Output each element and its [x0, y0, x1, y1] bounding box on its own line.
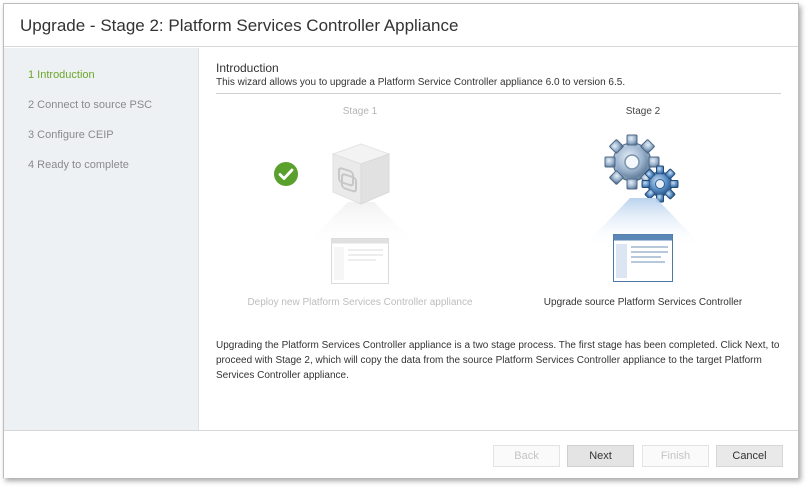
sidebar-step-configure-ceip[interactable]: 3 Configure CEIP	[28, 129, 114, 141]
stage2-label: Stage 2	[625, 106, 661, 117]
sidebar-step-ready-to-complete[interactable]: 4 Ready to complete	[28, 159, 129, 171]
stage2-caption: Upgrade source Platform Services Control…	[543, 297, 743, 308]
divider	[216, 93, 781, 94]
page-description: This wizard allows you to upgrade a Plat…	[216, 77, 626, 88]
title-bar: Upgrade - Stage 2: Platform Services Con…	[4, 4, 798, 47]
window-screen-icon	[613, 234, 673, 282]
back-button[interactable]: Back	[493, 445, 560, 467]
appliance-box-icon	[331, 143, 391, 205]
finish-button[interactable]: Finish	[642, 445, 709, 467]
window-screen-icon	[331, 238, 389, 284]
check-circle-icon	[274, 162, 298, 186]
page-title: Introduction	[216, 61, 279, 75]
sidebar-step-introduction[interactable]: 1 Introduction	[28, 69, 95, 81]
wizard-sidebar: 1 Introduction 2 Connect to source PSC 3…	[4, 48, 199, 430]
next-button[interactable]: Next	[567, 445, 634, 467]
stage-explanation: Upgrading the Platform Services Controll…	[216, 340, 780, 381]
stage1-caption: Deploy new Platform Services Controller …	[247, 297, 473, 308]
gears-icon	[604, 134, 679, 203]
cancel-button[interactable]: Cancel	[716, 445, 783, 467]
dialog-footer: Back Next Finish Cancel	[4, 430, 798, 478]
sidebar-step-connect-source-psc[interactable]: 2 Connect to source PSC	[28, 99, 152, 111]
upgrade-dialog: Upgrade - Stage 2: Platform Services Con…	[3, 3, 799, 478]
dialog-title: Upgrade - Stage 2: Platform Services Con…	[20, 16, 459, 35]
main-content: Introduction This wizard allows you to u…	[200, 48, 798, 430]
stage1-label: Stage 1	[342, 106, 378, 117]
